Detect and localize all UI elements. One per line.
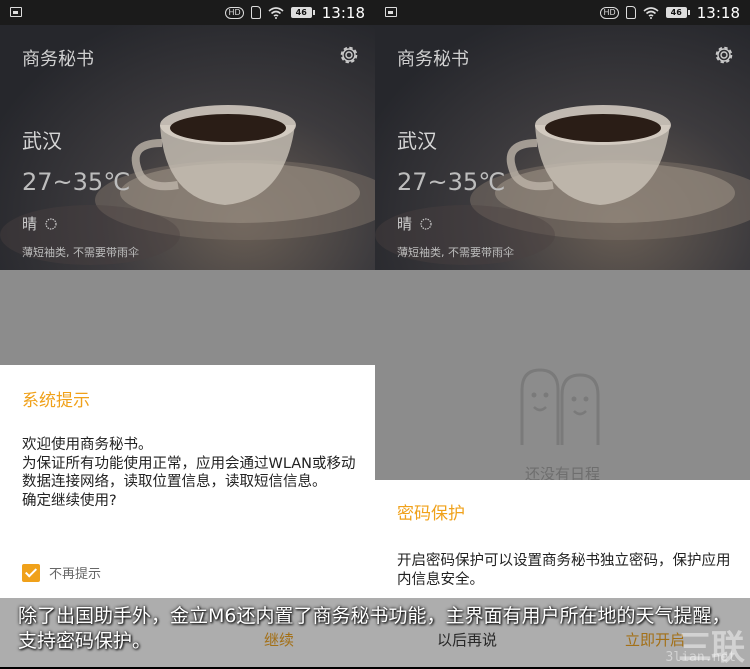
sunny-icon (45, 217, 57, 230)
battery-icon: 46 (665, 7, 690, 18)
status-time: 13:18 (696, 3, 740, 22)
city-name: 武汉 (22, 129, 62, 153)
hd-network-icon: HD (600, 6, 619, 19)
wifi-icon (268, 6, 284, 19)
dialog-line-welcome: 欢迎使用商务秘书。 (22, 437, 153, 453)
status-bar: HD 46 13:18 (375, 0, 750, 25)
screenshot-notification-icon (385, 7, 397, 17)
dont-show-again-row[interactable]: 不再提示 (22, 563, 101, 582)
clothing-advice: 薄短袖类, 不需要带雨伞 (22, 246, 139, 259)
condition-label: 晴 (397, 215, 413, 233)
app-title: 商务秘书 (397, 49, 469, 70)
screenshot-notification-icon (10, 7, 22, 17)
dialog-line-permissions: 为保证所有功能使用正常，应用会通过WLAN或移动数据连接网络，读取位置信息，读取… (22, 455, 356, 491)
dialog-title: 密码保护 (397, 504, 465, 524)
watermark-url: 3lian.net (665, 650, 736, 665)
sim-icon (250, 6, 261, 19)
city-name: 武汉 (397, 129, 437, 153)
caption-overlay: 除了出国助手外，金立M6还内置了商务秘书功能，主界面有用户所在地的天气提醒，支持… (0, 598, 750, 667)
dialog-message: 开启密码保护可以设置商务秘书独立密码，保护应用内信息安全。 (397, 553, 731, 588)
dialog-line-confirm: 确定继续使用? (22, 492, 117, 509)
checkbox-checked-icon[interactable] (22, 563, 40, 582)
dialog-message: 欢迎使用商务秘书。 为保证所有功能使用正常，应用会通过WLAN或移动数据连接网络… (22, 436, 357, 510)
temperature-range: 27~35℃ (397, 168, 506, 196)
hd-network-icon: HD (225, 6, 244, 19)
sim-icon (625, 6, 636, 19)
status-bar: HD 46 13:18 (0, 0, 375, 25)
right-screen: HD 46 13:18 商务秘书 武汉 27~35℃ 晴 薄短袖类, 不需要带雨… (375, 0, 750, 667)
weather-condition: 晴 (397, 213, 434, 234)
left-screen: HD 46 13:18 商务秘书 武汉 27~35℃ 晴 薄短袖类, 不需要带雨… (0, 0, 375, 667)
dialog-title: 系统提示 (22, 391, 90, 411)
weather-header: 商务秘书 武汉 27~35℃ 晴 薄短袖类, 不需要带雨伞 (375, 25, 750, 270)
caption-text: 除了出国助手外，金立M6还内置了商务秘书功能，主界面有用户所在地的天气提醒，支持… (18, 605, 731, 652)
status-time: 13:18 (321, 3, 365, 22)
battery-icon: 46 (290, 7, 315, 18)
empty-schedule-icon (520, 368, 600, 445)
settings-gear-icon[interactable] (712, 43, 736, 67)
temperature-range: 27~35℃ (22, 168, 131, 196)
clothing-advice: 薄短袖类, 不需要带雨伞 (397, 246, 514, 259)
app-title: 商务秘书 (22, 49, 94, 70)
wifi-icon (643, 6, 659, 19)
weather-condition: 晴 (22, 213, 59, 234)
settings-gear-icon[interactable] (337, 43, 361, 67)
condition-label: 晴 (22, 215, 38, 233)
sunny-icon (420, 217, 432, 230)
checkbox-label: 不再提示 (49, 567, 102, 582)
weather-header: 商务秘书 武汉 27~35℃ 晴 薄短袖类, 不需要带雨伞 (0, 25, 375, 270)
